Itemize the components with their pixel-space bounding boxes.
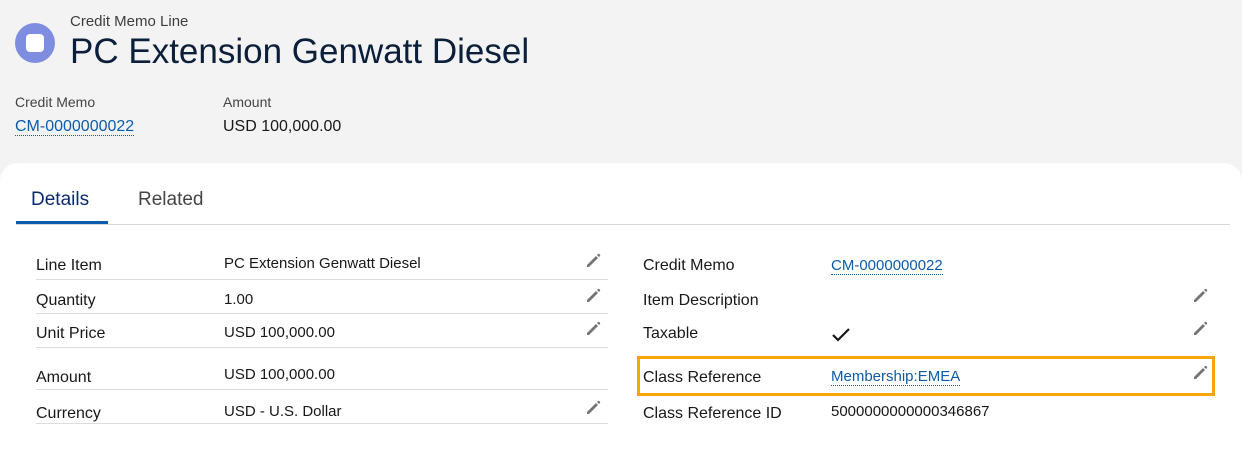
field-value: CM-0000000022 xyxy=(831,257,943,275)
highlight-value-amount: USD 100,000.00 xyxy=(223,118,342,135)
row-divider xyxy=(36,423,608,424)
highlight-label-amount: Amount xyxy=(223,94,272,110)
field-value: 5000000000000346867 xyxy=(831,403,990,420)
field-value: 1.00 xyxy=(224,291,254,308)
class-reference-link[interactable]: Membership:EMEA xyxy=(831,368,961,386)
record-header: Credit Memo Line PC Extension Genwatt Di… xyxy=(0,0,1242,165)
field-class-reference: Class Reference Membership:EMEA xyxy=(643,356,1215,396)
field-amount: Amount USD 100,000.00 xyxy=(36,348,608,390)
object-type-label: Credit Memo Line xyxy=(70,13,189,30)
tab-related[interactable]: Related xyxy=(138,189,204,211)
tab-details[interactable]: Details xyxy=(31,189,89,211)
pencil-icon[interactable] xyxy=(1191,364,1209,382)
pencil-icon[interactable] xyxy=(584,320,602,338)
pencil-icon[interactable] xyxy=(584,252,602,270)
field-label: Class Reference xyxy=(643,369,762,386)
field-value: USD 100,000.00 xyxy=(224,366,335,383)
field-unit-price: Unit Price USD 100,000.00 xyxy=(36,314,608,348)
page-title: PC Extension Genwatt Diesel xyxy=(70,32,530,71)
field-label: Amount xyxy=(36,369,92,386)
field-taxable: Taxable xyxy=(643,314,1215,348)
details-card: Details Related Line Item PC Extension G… xyxy=(0,163,1242,463)
field-label: Item Description xyxy=(643,292,759,309)
field-currency: Currency USD - U.S. Dollar xyxy=(36,390,608,424)
credit-memo-link[interactable]: CM-0000000022 xyxy=(831,257,943,275)
field-value: USD 100,000.00 xyxy=(224,324,335,341)
field-label: Taxable xyxy=(643,325,699,342)
credit-memo-line-icon xyxy=(15,23,55,63)
field-value: USD - U.S. Dollar xyxy=(224,403,342,420)
field-item-description: Item Description xyxy=(643,280,1215,314)
field-label: Quantity xyxy=(36,292,96,309)
highlight-value-credit-memo: CM-0000000022 xyxy=(15,118,135,136)
highlight-label-credit-memo: Credit Memo xyxy=(15,94,96,110)
field-label: Unit Price xyxy=(36,325,106,342)
pencil-icon[interactable] xyxy=(584,399,602,417)
field-label: Class Reference ID xyxy=(643,405,782,422)
field-credit-memo: Credit Memo CM-0000000022 xyxy=(643,246,1215,280)
field-value: PC Extension Genwatt Diesel xyxy=(224,255,421,272)
field-quantity: Quantity 1.00 xyxy=(36,280,608,314)
tabs-divider xyxy=(16,224,1230,225)
field-label: Credit Memo xyxy=(643,257,735,274)
credit-memo-link[interactable]: CM-0000000022 xyxy=(15,118,135,136)
field-label: Line Item xyxy=(36,257,102,274)
field-class-reference-id: Class Reference ID 5000000000000346867 xyxy=(643,396,1215,430)
field-label: Currency xyxy=(36,405,101,422)
pencil-icon[interactable] xyxy=(1191,320,1209,338)
pencil-icon[interactable] xyxy=(1191,287,1209,305)
field-value: Membership:EMEA xyxy=(831,368,961,386)
pencil-icon[interactable] xyxy=(584,287,602,305)
checkmark-icon xyxy=(832,328,850,342)
field-line-item: Line Item PC Extension Genwatt Diesel xyxy=(36,246,608,280)
